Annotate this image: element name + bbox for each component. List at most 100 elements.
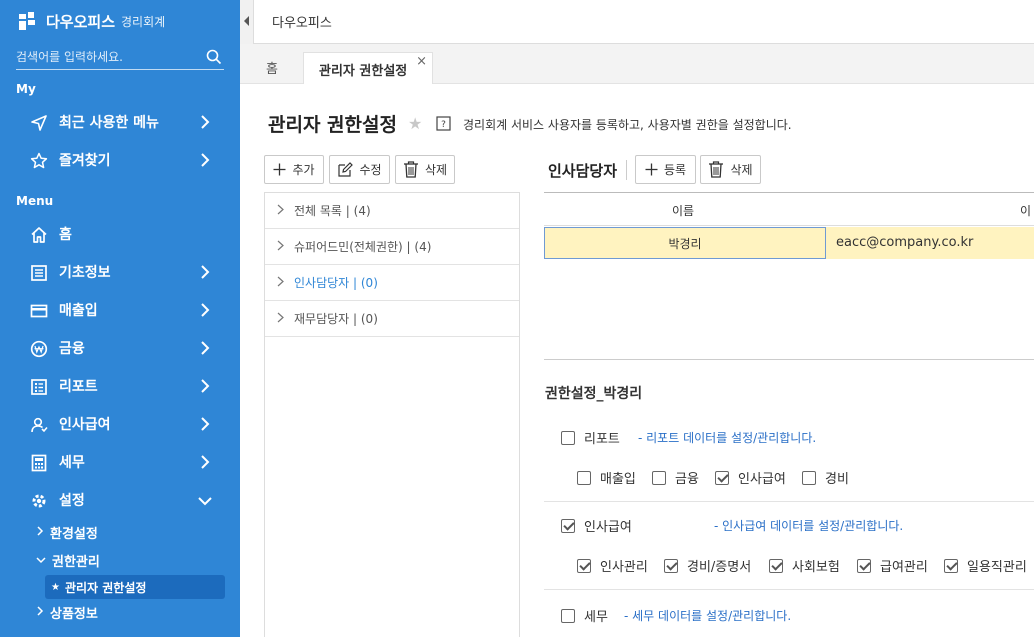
checkbox-payroll-hr[interactable]: 인사관리 [577, 556, 648, 575]
sidebar-item-report[interactable]: 리포트 [0, 368, 240, 404]
report-icon [30, 378, 48, 396]
help-icon[interactable]: ? [436, 116, 451, 135]
sidebar-item-home[interactable]: 홈 [0, 216, 240, 252]
checkbox-box[interactable] [802, 470, 816, 485]
sidebar-item-label: 세무 [59, 455, 85, 471]
permission-description: - 세무 데이터를 설정/관리합니다. [624, 609, 792, 623]
delete-button[interactable]: 삭제 [395, 155, 455, 184]
checkbox-box[interactable] [577, 470, 591, 485]
checkbox-payroll-salary[interactable]: 급여관리 [857, 556, 928, 575]
sidebar-sub-permission-mgmt[interactable]: 권한관리 [36, 551, 100, 570]
sidebar-item-basic-info[interactable]: 기초정보 [0, 254, 240, 290]
permission-description: - 인사급여 데이터를 설정/관리합니다. [714, 519, 904, 533]
person-icon [30, 416, 48, 434]
sidebar-item-favorites[interactable]: 즐겨찾기 [0, 142, 240, 178]
register-button-label: 등록 [663, 163, 687, 177]
checkbox-label: 인사관리 [600, 560, 648, 575]
checkbox-payroll[interactable]: 인사급여 [561, 516, 632, 535]
user-delete-button[interactable]: 삭제 [700, 155, 761, 184]
sidebar-collapse-button[interactable] [240, 0, 254, 44]
divider [544, 359, 1034, 360]
section-menu-label: Menu [16, 194, 54, 208]
checkbox-payroll-insurance[interactable]: 사회보험 [769, 556, 840, 575]
close-icon[interactable]: × [416, 54, 427, 69]
checkbox-payroll-daily[interactable]: 일용직관리 [944, 556, 1027, 575]
sidebar-item-payroll[interactable]: 인사급여 [0, 406, 240, 442]
table-row[interactable]: 박경리 eacc@company.co.kr [544, 227, 1034, 259]
add-button[interactable]: 추가 [264, 155, 324, 184]
page-title: 관리자 권한설정 [268, 114, 397, 136]
favorite-star-icon[interactable]: ★ [408, 114, 422, 133]
chevron-right-icon [200, 379, 210, 397]
checkbox-box[interactable] [769, 558, 783, 573]
tree-item-label: 슈퍼어드민(전체권한) | (4) [294, 240, 432, 254]
sidebar-item-tax[interactable]: 세무 [0, 444, 240, 480]
checkbox-box[interactable] [652, 470, 666, 485]
chevron-right-icon [277, 276, 284, 290]
checkbox-report-expense[interactable]: 경비 [802, 468, 849, 487]
checkbox-box[interactable] [561, 518, 575, 533]
cell-email[interactable]: eacc@company.co.kr [836, 235, 973, 250]
top-bar-title: 다우오피스 [272, 16, 332, 31]
sidebar-sub-product-info[interactable]: 상품정보 [36, 603, 98, 622]
tab-admin-permission[interactable]: 관리자 권한설정 × [303, 52, 433, 84]
top-bar: 다우오피스 [254, 0, 1034, 44]
edit-button-label: 수정 [359, 163, 382, 177]
sidebar-item-finance[interactable]: 금융 [0, 330, 240, 366]
column-header-email[interactable]: 이 [1020, 202, 1031, 219]
tree-item-finance-manager[interactable]: 재무담당자 | (0) [265, 301, 519, 337]
checkbox-report-sales[interactable]: 매출입 [577, 468, 636, 487]
checkbox-payroll-expense-cert[interactable]: 경비/증명서 [664, 556, 751, 575]
star-icon [30, 152, 48, 170]
search-input[interactable] [16, 46, 196, 68]
group-tree: 전체 목록 | (4) 슈퍼어드민(전체권한) | (4) 인사담당자 | (0… [264, 192, 520, 637]
sidebar-item-label: 기초정보 [59, 265, 111, 281]
sidebar-sub-admin-permission[interactable]: ★ 관리자 권한설정 [45, 575, 225, 599]
sidebar-item-label: 최근 사용한 메뉴 [59, 115, 159, 131]
tree-item-hr-manager[interactable]: 인사담당자 | (0) [265, 265, 519, 301]
checkbox-box[interactable] [561, 430, 575, 445]
checkbox-report-payroll[interactable]: 인사급여 [715, 468, 786, 487]
edit-button[interactable]: 수정 [329, 155, 390, 184]
chevron-right-icon [277, 204, 284, 218]
checkbox-box[interactable] [857, 558, 871, 573]
tree-item-all[interactable]: 전체 목록 | (4) [265, 193, 519, 229]
cell-name[interactable]: 박경리 [544, 227, 826, 259]
app-logo[interactable]: 다우오피스 경리회계 [16, 9, 165, 33]
chevron-right-icon [277, 312, 284, 326]
sidebar-item-settings[interactable]: 설정 [0, 482, 240, 518]
sidebar-item-recent[interactable]: 최근 사용한 메뉴 [0, 104, 240, 140]
checkbox-report-finance[interactable]: 금융 [652, 468, 699, 487]
checkbox-report[interactable]: 리포트 [561, 428, 620, 447]
column-header-name[interactable]: 이름 [672, 202, 694, 219]
sidebar-item-label: 금융 [59, 341, 85, 357]
checkbox-box[interactable] [944, 558, 958, 573]
tab-label: 관리자 권한설정 [319, 64, 408, 79]
plus-icon [273, 163, 286, 176]
chevron-down-icon [198, 495, 212, 510]
divider [626, 160, 627, 180]
checkbox-label: 경비/증명서 [687, 560, 752, 575]
won-icon [30, 340, 48, 358]
checkbox-box[interactable] [577, 558, 591, 573]
checkbox-tax[interactable]: 세무 [561, 606, 608, 625]
register-button[interactable]: 등록 [635, 155, 696, 184]
search-icon[interactable] [206, 49, 222, 69]
chevron-right-icon [200, 341, 210, 359]
checkbox-box[interactable] [664, 558, 678, 573]
add-button-label: 추가 [292, 163, 315, 177]
trash-icon [403, 161, 418, 178]
chevron-right-icon [200, 265, 210, 283]
sidebar-item-label: 리포트 [59, 379, 98, 395]
chevron-down-icon [36, 553, 46, 568]
sidebar-item-sales[interactable]: 매출입 [0, 292, 240, 328]
tree-item-super-admin[interactable]: 슈퍼어드민(전체권한) | (4) [265, 229, 519, 265]
checkbox-box[interactable] [561, 608, 575, 623]
tab-home[interactable]: 홈 [266, 58, 278, 77]
trash-icon [709, 161, 724, 178]
chevron-right-icon [200, 115, 210, 133]
sidebar-sub-env-settings[interactable]: 환경설정 [36, 523, 98, 542]
svg-text:?: ? [441, 120, 446, 130]
checkbox-box[interactable] [715, 470, 729, 485]
sidebar-item-label: 매출입 [59, 303, 98, 319]
